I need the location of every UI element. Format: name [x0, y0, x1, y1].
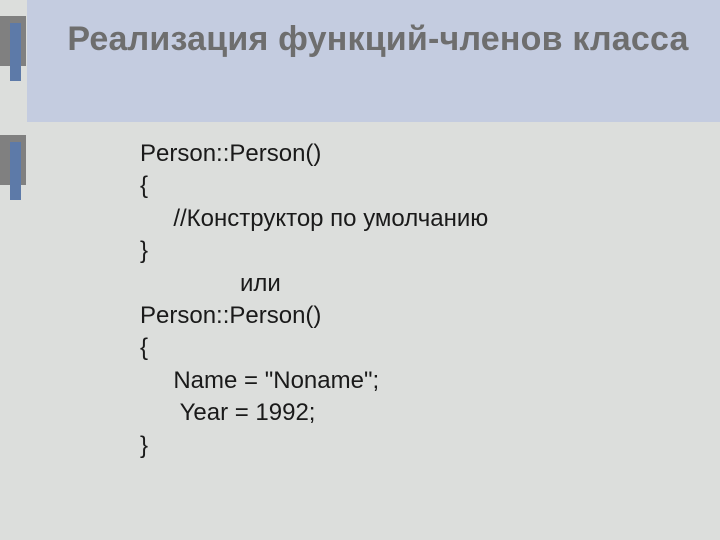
- code-line: //Конструктор по умолчанию: [140, 203, 488, 235]
- code-line: {: [140, 332, 488, 364]
- code-line: Name = "Noname";: [140, 365, 488, 397]
- code-line: }: [140, 430, 488, 462]
- code-line: Person::Person(): [140, 138, 488, 170]
- slide: Реализация функций-членов класса Person:…: [0, 0, 720, 540]
- code-line: Year = 1992;: [140, 397, 488, 429]
- decor-bar: [10, 142, 21, 200]
- code-line: }: [140, 235, 488, 267]
- slide-title: Реализация функций-членов класса: [66, 18, 690, 61]
- code-block: Person::Person() { //Конструктор по умол…: [140, 138, 488, 462]
- code-line: Person::Person(): [140, 300, 488, 332]
- code-line: {: [140, 170, 488, 202]
- or-separator: или: [140, 268, 488, 300]
- decor-bar: [10, 23, 21, 81]
